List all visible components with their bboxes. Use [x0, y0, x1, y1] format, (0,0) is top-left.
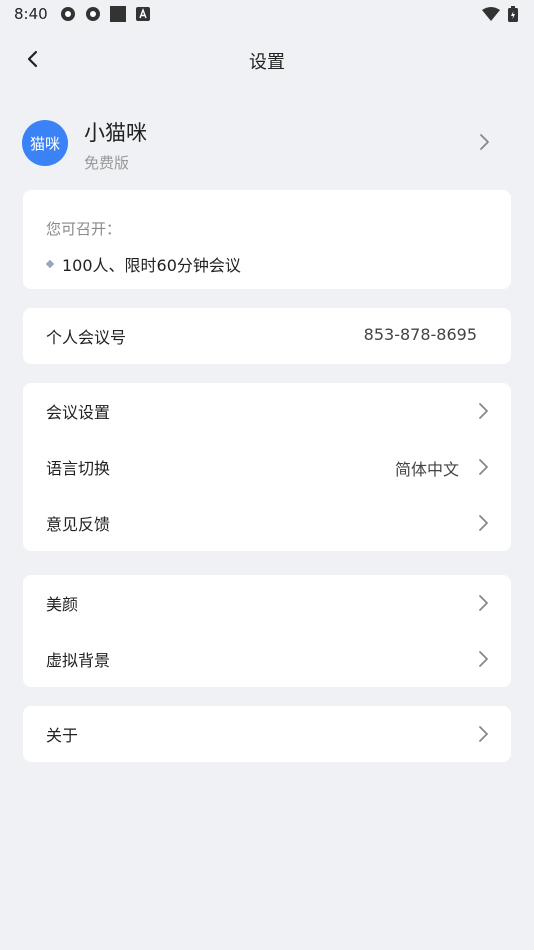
- chevron-right-icon: [477, 649, 489, 669]
- chevron-right-icon: [477, 593, 489, 613]
- top-bar: 设置: [0, 36, 534, 82]
- settings-card: 会议设置 语言切换 简体中文 意见反馈: [23, 383, 511, 551]
- capacity-label: 您可召开：: [46, 220, 122, 238]
- meeting-settings-label: 会议设置: [46, 403, 111, 422]
- about-row[interactable]: 关于: [23, 706, 511, 762]
- beauty-row[interactable]: 美颜: [23, 575, 511, 631]
- language-label: 语言切换: [46, 459, 111, 478]
- chevron-right-icon: [477, 513, 489, 533]
- language-value: 简体中文: [394, 460, 459, 479]
- app-notification-icon-2: [85, 6, 101, 22]
- avatar: 猫咪: [22, 120, 68, 166]
- chevron-right-icon: [477, 724, 489, 744]
- a-notification-icon: [135, 6, 151, 22]
- personal-meeting-id: 853-878-8695: [363, 325, 477, 344]
- personal-meeting-row[interactable]: 个人会议号 853-878-8695: [23, 308, 511, 364]
- meeting-settings-row[interactable]: 会议设置: [23, 383, 511, 439]
- chevron-right-icon: [478, 132, 490, 152]
- page-title: 设置: [249, 52, 285, 73]
- feedback-row[interactable]: 意见反馈: [23, 495, 511, 551]
- about-label: 关于: [46, 726, 79, 745]
- virtual-background-row[interactable]: 虚拟背景: [23, 631, 511, 687]
- square-notification-icon: [109, 6, 126, 22]
- user-name: 小猫咪: [84, 121, 147, 145]
- personal-meeting-card: 个人会议号 853-878-8695: [23, 308, 511, 364]
- app-notification-icon: [60, 6, 76, 22]
- beauty-card: 美颜 虚拟背景: [23, 575, 511, 687]
- beauty-label: 美颜: [46, 595, 79, 614]
- language-row[interactable]: 语言切换 简体中文: [23, 439, 511, 495]
- personal-meeting-label: 个人会议号: [46, 328, 127, 347]
- virtual-background-label: 虚拟背景: [46, 651, 111, 670]
- capacity-item: 100人、限时60分钟会议: [45, 252, 241, 276]
- feedback-label: 意见反馈: [46, 515, 111, 534]
- plan-label: 免费版: [84, 154, 130, 172]
- battery-icon: [508, 6, 518, 26]
- chevron-right-icon: [477, 401, 489, 421]
- status-right: [482, 6, 518, 26]
- capacity-text: 100人、限时60分钟会议: [62, 256, 241, 275]
- profile-row[interactable]: 猫咪 小猫咪 免费版: [22, 112, 512, 178]
- meeting-capacity-card: 您可召开： 100人、限时60分钟会议: [23, 190, 511, 289]
- status-time: 8:40: [14, 5, 48, 23]
- chevron-right-icon: [477, 457, 489, 477]
- wifi-icon: [482, 7, 500, 25]
- about-card: 关于: [23, 706, 511, 762]
- diamond-bullet-icon: [45, 259, 55, 269]
- status-bar: 8:40: [0, 0, 534, 28]
